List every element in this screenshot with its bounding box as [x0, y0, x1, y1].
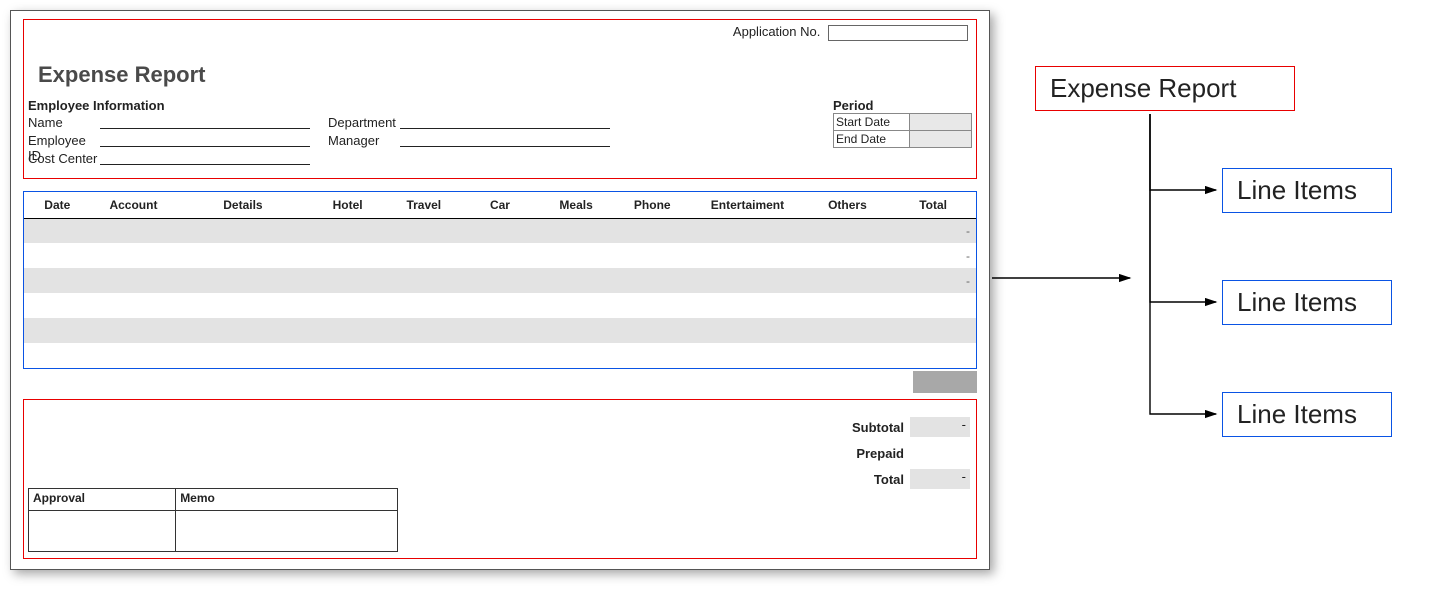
- expense-report-form: Application No. Expense Report Employee …: [10, 10, 990, 570]
- annotation-child-3: Line Items: [1222, 392, 1392, 437]
- line-item-row[interactable]: [24, 293, 976, 318]
- footer-section: Subtotal - Prepaid Total - Approval Memo: [23, 399, 977, 559]
- line-items-section: Date Account Details Hotel Travel Car Me…: [23, 191, 977, 369]
- total-label: Total: [820, 472, 910, 487]
- manager-input[interactable]: [400, 133, 610, 147]
- grand-total-cell: [913, 371, 977, 393]
- start-date-input[interactable]: [910, 114, 972, 131]
- employee-id-input[interactable]: [100, 133, 310, 147]
- line-item-row[interactable]: [24, 218, 976, 243]
- line-items-table: Date Account Details Hotel Travel Car Me…: [24, 192, 976, 368]
- department-label: Department: [328, 115, 400, 133]
- prepaid-label: Prepaid: [820, 446, 910, 461]
- approval-cell[interactable]: [29, 511, 176, 551]
- prepaid-value[interactable]: [910, 443, 970, 463]
- annotation-child-2: Line Items: [1222, 280, 1392, 325]
- cost-center-input[interactable]: [100, 151, 310, 165]
- employee-info-block: Employee Information Name Department Emp…: [28, 98, 610, 169]
- approval-box: Approval Memo: [28, 488, 398, 552]
- col-account: Account: [91, 192, 177, 218]
- line-items-header-row: Date Account Details Hotel Travel Car Me…: [24, 192, 976, 218]
- col-total: Total: [890, 192, 976, 218]
- line-item-row[interactable]: [24, 268, 976, 293]
- line-item-row[interactable]: [24, 318, 976, 343]
- end-date-input[interactable]: [910, 131, 972, 148]
- application-number-field: Application No.: [733, 24, 968, 41]
- end-date-label: End Date: [834, 131, 910, 148]
- application-number-label: Application No.: [733, 24, 820, 39]
- period-block: Period Start Date End Date: [833, 98, 972, 148]
- subtotal-value: -: [910, 417, 970, 437]
- col-details: Details: [176, 192, 309, 218]
- col-entertainment: Entertaiment: [690, 192, 804, 218]
- subtotal-label: Subtotal: [820, 420, 910, 435]
- col-others: Others: [805, 192, 891, 218]
- name-label: Name: [28, 115, 100, 133]
- line-item-row[interactable]: [24, 243, 976, 268]
- col-phone: Phone: [614, 192, 690, 218]
- memo-header: Memo: [176, 489, 219, 510]
- name-input[interactable]: [100, 115, 310, 129]
- col-hotel: Hotel: [310, 192, 386, 218]
- totals-block: Subtotal - Prepaid Total -: [820, 414, 970, 492]
- manager-label: Manager: [328, 133, 400, 151]
- start-date-label: Start Date: [834, 114, 910, 131]
- annotation-root: Expense Report: [1035, 66, 1295, 111]
- employee-info-heading: Employee Information: [28, 98, 610, 113]
- col-date: Date: [24, 192, 91, 218]
- cost-center-label: Cost Center: [28, 151, 100, 169]
- period-heading: Period: [833, 98, 972, 113]
- form-title: Expense Report: [38, 62, 206, 88]
- header-section: Application No. Expense Report Employee …: [23, 19, 977, 179]
- col-meals: Meals: [538, 192, 614, 218]
- line-item-row[interactable]: [24, 343, 976, 368]
- annotation-child-1: Line Items: [1222, 168, 1392, 213]
- total-value: -: [910, 469, 970, 489]
- col-travel: Travel: [386, 192, 462, 218]
- application-number-input[interactable]: [828, 25, 968, 41]
- approval-header: Approval: [29, 489, 176, 510]
- col-car: Car: [462, 192, 538, 218]
- department-input[interactable]: [400, 115, 610, 129]
- employee-id-label: Employee ID: [28, 133, 100, 151]
